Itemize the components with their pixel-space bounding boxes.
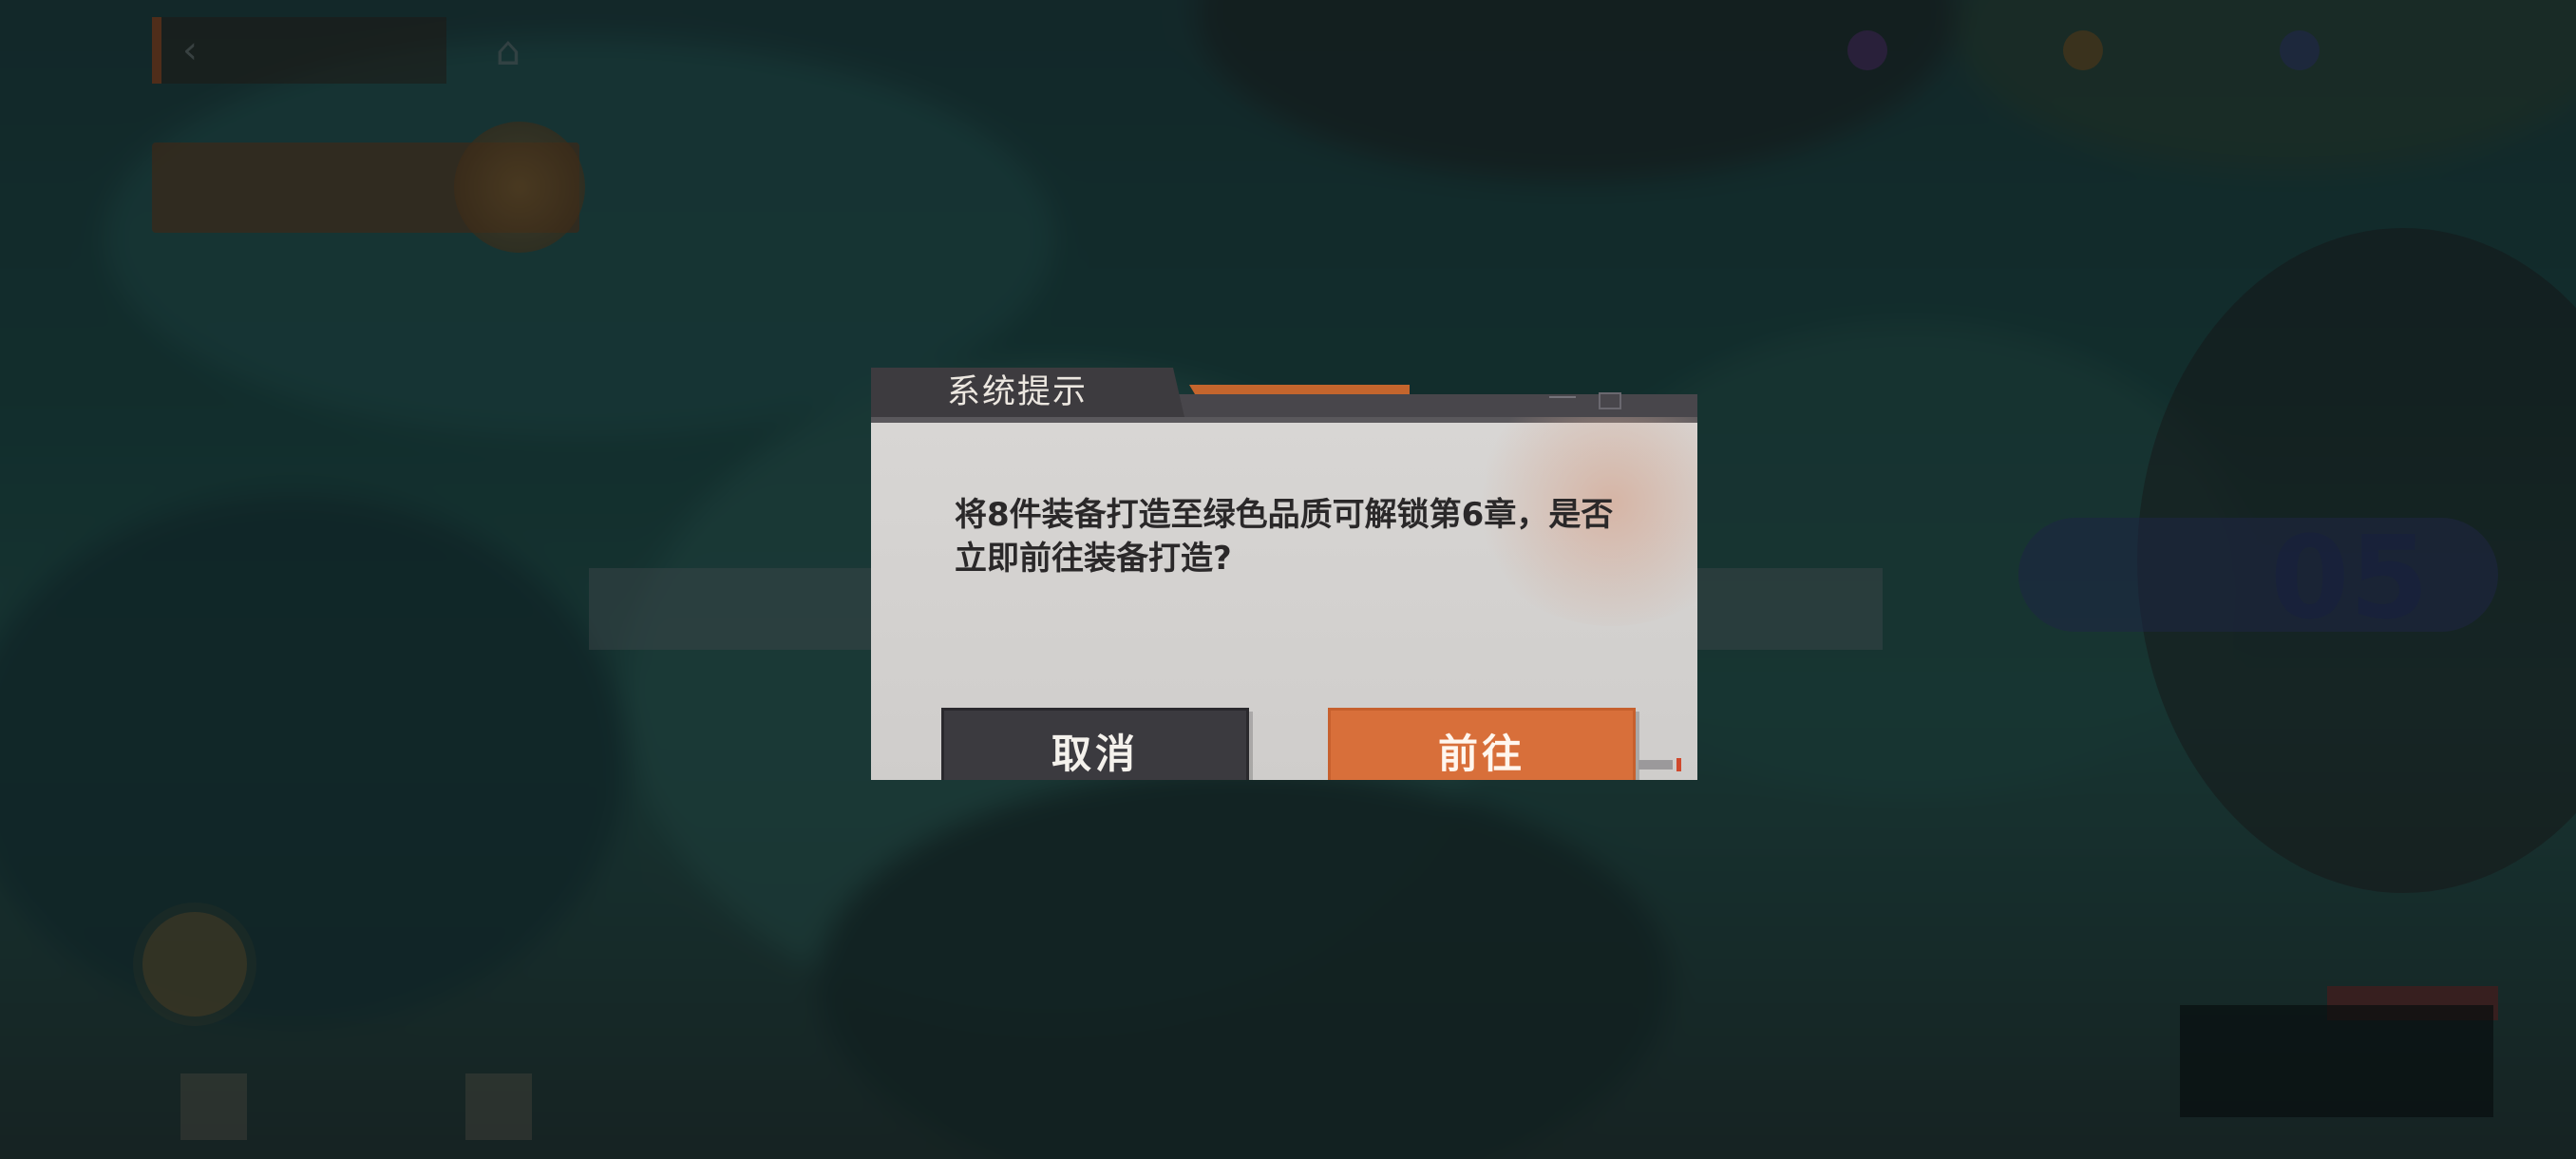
go-button[interactable]: 前往	[1328, 708, 1636, 780]
maximize-icon	[1599, 392, 1621, 409]
logo-accent	[1676, 758, 1681, 771]
logo-mark	[1638, 760, 1673, 770]
cancel-button[interactable]: 取消	[941, 708, 1249, 780]
dialog-body: 将8件装备打造至绿色品质可解锁第6章，是否立即前往装备打造? 取消 前往	[871, 417, 1697, 780]
brand-logo-icon	[1638, 757, 1688, 772]
minimize-icon	[1549, 396, 1576, 398]
system-prompt-dialog: 系统提示 将8件装备打造至绿色品质可解锁第6章，是否立即前往装备打造? 取消 前…	[871, 368, 1697, 780]
dialog-message: 将8件装备打造至绿色品质可解锁第6章，是否立即前往装备打造?	[955, 496, 1614, 578]
dialog-title: 系统提示	[947, 373, 1089, 411]
dialog-accent-line	[1189, 385, 1410, 394]
